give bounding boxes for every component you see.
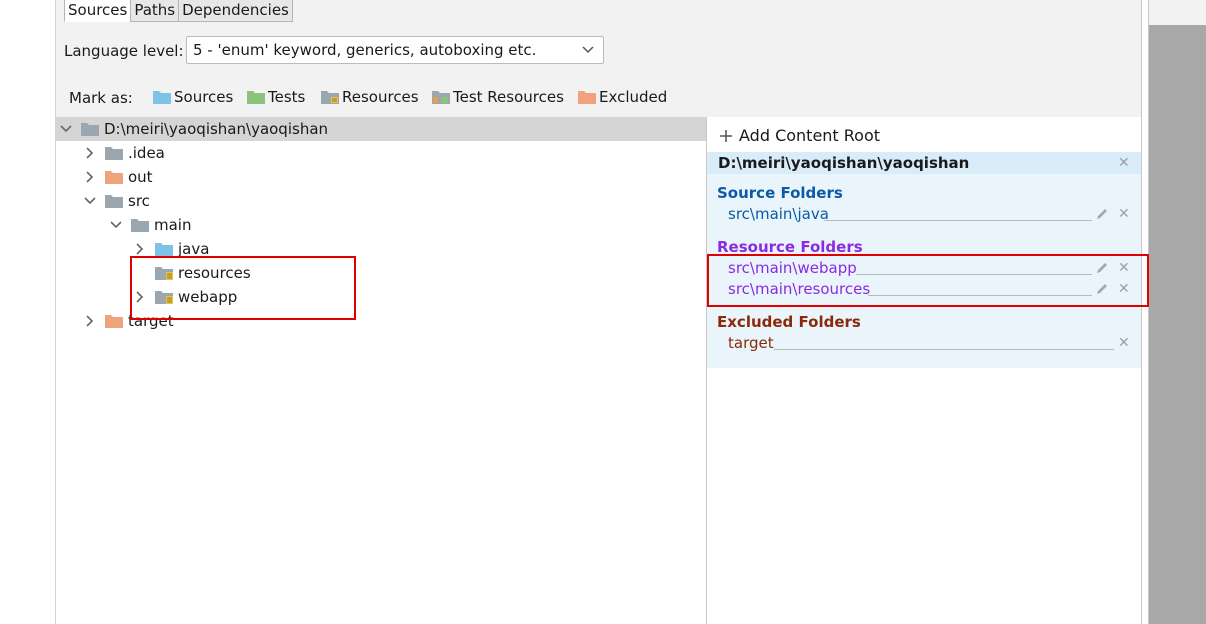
- mark-resources-label: Resources: [342, 88, 419, 106]
- source-folders-title: Source Folders: [717, 184, 843, 202]
- mark-test-resources-label: Test Resources: [453, 88, 564, 106]
- folder-icon: [105, 195, 123, 208]
- excluded-folders-title: Excluded Folders: [717, 313, 861, 331]
- tree-node-label: out: [128, 168, 153, 186]
- excluded-folder-icon: [105, 315, 123, 328]
- chevron-right-icon: [86, 171, 94, 183]
- highlight-box-tree: [130, 256, 356, 320]
- tree-node-main[interactable]: main: [109, 213, 191, 237]
- excluded-folder-icon: [578, 91, 596, 104]
- mark-sources-button[interactable]: Sources: [153, 88, 233, 106]
- chevron-down-icon: [60, 125, 72, 133]
- language-level-value: 5 - 'enum' keyword, generics, autoboxing…: [193, 41, 537, 59]
- add-content-root-button[interactable]: Add Content Root: [719, 126, 880, 145]
- language-level-select[interactable]: 5 - 'enum' keyword, generics, autoboxing…: [186, 36, 604, 64]
- module-tabs: Sources Paths Dependencies: [64, 0, 293, 22]
- tab-sources[interactable]: Sources: [64, 0, 132, 22]
- add-content-root-label: Add Content Root: [739, 126, 881, 145]
- excluded-folder-icon: [105, 171, 123, 184]
- chevron-right-icon: [136, 243, 144, 255]
- chevron-right-icon: [86, 315, 94, 327]
- entry-underline: [824, 220, 1092, 221]
- tests-folder-icon: [247, 91, 265, 104]
- background-area: [1149, 25, 1206, 624]
- edit-icon[interactable]: [1095, 207, 1109, 221]
- mark-excluded-button[interactable]: Excluded: [578, 88, 667, 106]
- remove-icon[interactable]: ✕: [1118, 206, 1130, 222]
- chevron-down-icon: [582, 46, 594, 54]
- mark-excluded-label: Excluded: [599, 88, 668, 106]
- highlight-box-resources: [707, 254, 1149, 307]
- window-edge-top: [1149, 0, 1206, 25]
- chevron-down-icon: [110, 221, 122, 229]
- mark-as-label: Mark as:: [69, 89, 133, 107]
- mark-sources-label: Sources: [174, 88, 234, 106]
- tab-paths[interactable]: Paths: [130, 0, 180, 22]
- mark-tests-label: Tests: [268, 88, 306, 106]
- tree-root-node[interactable]: D:\meiri\yaoqishan\yaoqishan: [59, 117, 328, 141]
- plus-icon: [720, 129, 732, 142]
- language-level-label: Language level:: [64, 42, 184, 60]
- test-resources-folder-icon: [432, 91, 450, 104]
- mark-tests-button[interactable]: Tests: [247, 88, 305, 106]
- entry-underline: [774, 349, 1114, 350]
- chevron-right-icon: [86, 147, 94, 159]
- content-root-path: D:\meiri\yaoqishan\yaoqishan: [718, 154, 970, 172]
- excluded-folder-entry: target: [728, 334, 774, 352]
- tree-node-label: src: [128, 192, 150, 210]
- tab-dependencies[interactable]: Dependencies: [178, 0, 293, 22]
- tree-node-out[interactable]: out: [83, 165, 153, 189]
- chevron-down-icon: [84, 197, 96, 205]
- tree-node-label: main: [154, 216, 192, 234]
- tree-node-src[interactable]: src: [83, 189, 150, 213]
- scrollbar-track[interactable]: [1141, 0, 1149, 624]
- mark-resources-button[interactable]: Resources: [321, 88, 419, 106]
- sources-folder-icon: [153, 91, 171, 104]
- folder-icon: [131, 219, 149, 232]
- tree-node-idea[interactable]: .idea: [83, 141, 165, 165]
- tree-node-label: .idea: [128, 144, 165, 162]
- close-icon[interactable]: ✕: [1118, 155, 1130, 171]
- sources-folder-icon: [155, 243, 173, 256]
- left-gutter: [0, 0, 56, 624]
- tree-root-label: D:\meiri\yaoqishan\yaoqishan: [104, 120, 329, 138]
- remove-icon[interactable]: ✕: [1118, 335, 1130, 351]
- folder-icon: [81, 123, 99, 136]
- mark-test-resources-button[interactable]: Test Resources: [432, 88, 564, 106]
- resources-folder-icon: [321, 91, 339, 104]
- folder-icon: [105, 147, 123, 160]
- source-folder-entry: src\main\java: [728, 205, 829, 223]
- folder-tree: [56, 117, 706, 624]
